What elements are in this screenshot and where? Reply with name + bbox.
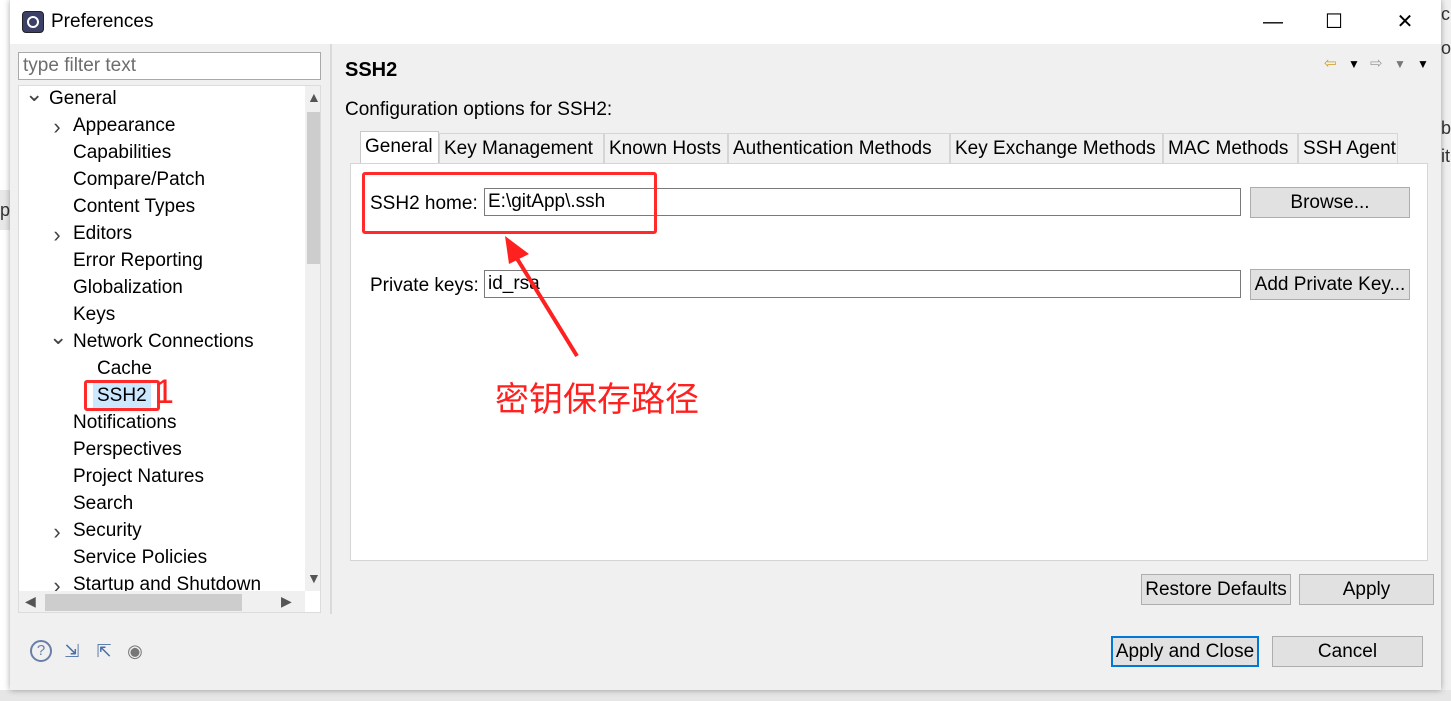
tree-item-globalization[interactable]: Globalization (73, 275, 183, 301)
tree-item-error-reporting[interactable]: Error Reporting (73, 248, 203, 274)
help-question-icon[interactable]: ? (30, 640, 52, 662)
private-keys-label: Private keys: (370, 275, 479, 296)
tab-mac-methods[interactable]: MAC Methods (1163, 133, 1298, 163)
chevron-right-icon[interactable]: › (49, 114, 65, 140)
pane-splitter[interactable] (330, 44, 332, 614)
close-icon: ✕ (1396, 11, 1414, 33)
tree-item-appearance[interactable]: Appearance (73, 113, 175, 139)
annotation-box-ssh2-home (362, 172, 657, 234)
filter-input[interactable] (18, 52, 321, 80)
private-keys-field[interactable] (484, 270, 1241, 298)
back-menu-chevron-down-icon[interactable]: ▼ (1348, 57, 1360, 71)
scroll-up-icon[interactable]: ▲ (307, 89, 320, 105)
annotation-arrow (505, 236, 579, 358)
scroll-right-icon[interactable]: ▶ (281, 593, 292, 610)
horizontal-scrollbar[interactable]: ◀ ▶ (19, 591, 305, 612)
page-title: SSH2 (345, 59, 398, 81)
tab-general[interactable]: General (360, 131, 439, 163)
preferences-dialog: Preferences — ☐ ✕ ⌄General›AppearanceCap… (10, 0, 1441, 690)
apply-and-close-button[interactable]: Apply and Close (1111, 636, 1259, 667)
background-app-toolbar (0, 690, 1451, 701)
tree-item-perspectives[interactable]: Perspectives (73, 437, 182, 463)
export-icon[interactable]: ⇱ (93, 640, 115, 662)
preference-tree[interactable]: ⌄ General › Appearance Capabilities Compare/P… (18, 85, 321, 613)
minimize-button[interactable]: — (1238, 0, 1308, 44)
chevron-down-icon[interactable]: ⌄ (25, 86, 43, 107)
minimize-icon: — (1263, 11, 1283, 33)
tree-item-service-policies[interactable]: Service Policies (73, 545, 207, 571)
maximize-button[interactable]: ☐ (1299, 0, 1369, 44)
tree-item-project-natures[interactable]: Project Natures (73, 464, 204, 490)
tree-item-cache[interactable]: Cache (97, 356, 152, 382)
forward-arrow-icon[interactable]: ⇨ (1370, 54, 1383, 72)
tree-item-network-connections[interactable]: Network Connections (73, 329, 254, 355)
tree-item-notifications[interactable]: Notifications (73, 410, 177, 436)
annotation-box-ssh2 (84, 380, 160, 411)
tab-key-management[interactable]: Key Management (439, 133, 604, 163)
window-title: Preferences (51, 11, 154, 32)
tree-item-capabilities[interactable]: Capabilities (73, 140, 171, 166)
background-app-edge: c o b it (1441, 0, 1451, 701)
cancel-button[interactable]: Cancel (1272, 636, 1423, 667)
record-icon[interactable]: ◉ (124, 640, 146, 662)
tree-item-general[interactable]: General (49, 86, 117, 112)
vertical-scrollbar[interactable]: ▲ ▼ (305, 86, 320, 591)
chevron-right-icon[interactable]: › (49, 222, 65, 248)
tab-ssh-agent[interactable]: SSH Agent (1298, 133, 1398, 163)
import-icon[interactable]: ⇲ (61, 640, 83, 662)
tree-item-content-types[interactable]: Content Types (73, 194, 195, 220)
scroll-left-icon[interactable]: ◀ (25, 593, 36, 610)
annotation-note: 密钥保存路径 (495, 381, 699, 419)
eclipse-app-icon (22, 11, 44, 33)
horizontal-scroll-thumb[interactable] (45, 594, 242, 611)
page-description: Configuration options for SSH2: (345, 99, 613, 120)
add-private-key-button[interactable]: Add Private Key... (1250, 269, 1410, 300)
forward-menu-chevron-down-icon[interactable]: ▼ (1394, 57, 1406, 71)
tab-key-exchange-methods[interactable]: Key Exchange Methods (950, 133, 1163, 163)
tree-item-security[interactable]: Security (73, 518, 142, 544)
annotation-arrow-shaft (511, 250, 579, 358)
vertical-scroll-thumb[interactable] (307, 112, 320, 264)
chevron-right-icon[interactable]: › (49, 519, 65, 545)
tree-item-compare-patch[interactable]: Compare/Patch (73, 167, 205, 193)
tree-item-editors[interactable]: Editors (73, 221, 132, 247)
tab-authentication-methods[interactable]: Authentication Methods (728, 133, 950, 163)
restore-defaults-button[interactable]: Restore Defaults (1141, 574, 1291, 605)
apply-button[interactable]: Apply (1299, 574, 1434, 605)
view-menu-chevron-down-icon[interactable]: ▼ (1417, 57, 1429, 71)
back-arrow-icon[interactable]: ⇦ (1324, 54, 1337, 72)
background-app-edge-left: p (0, 190, 10, 230)
tab-known-hosts[interactable]: Known Hosts (604, 133, 728, 163)
tree-item-keys[interactable]: Keys (73, 302, 115, 328)
tree-item-search[interactable]: Search (73, 491, 133, 517)
close-window-button[interactable]: ✕ (1370, 0, 1440, 44)
title-bar: Preferences — ☐ ✕ (10, 0, 1441, 44)
chevron-down-icon[interactable]: ⌄ (49, 324, 67, 350)
maximize-icon: ☐ (1325, 11, 1343, 33)
annotation-step-number: 1 (155, 373, 174, 411)
scroll-down-icon[interactable]: ▼ (307, 570, 320, 586)
browse-button[interactable]: Browse... (1250, 187, 1410, 218)
annotation-arrow-head (505, 236, 529, 264)
